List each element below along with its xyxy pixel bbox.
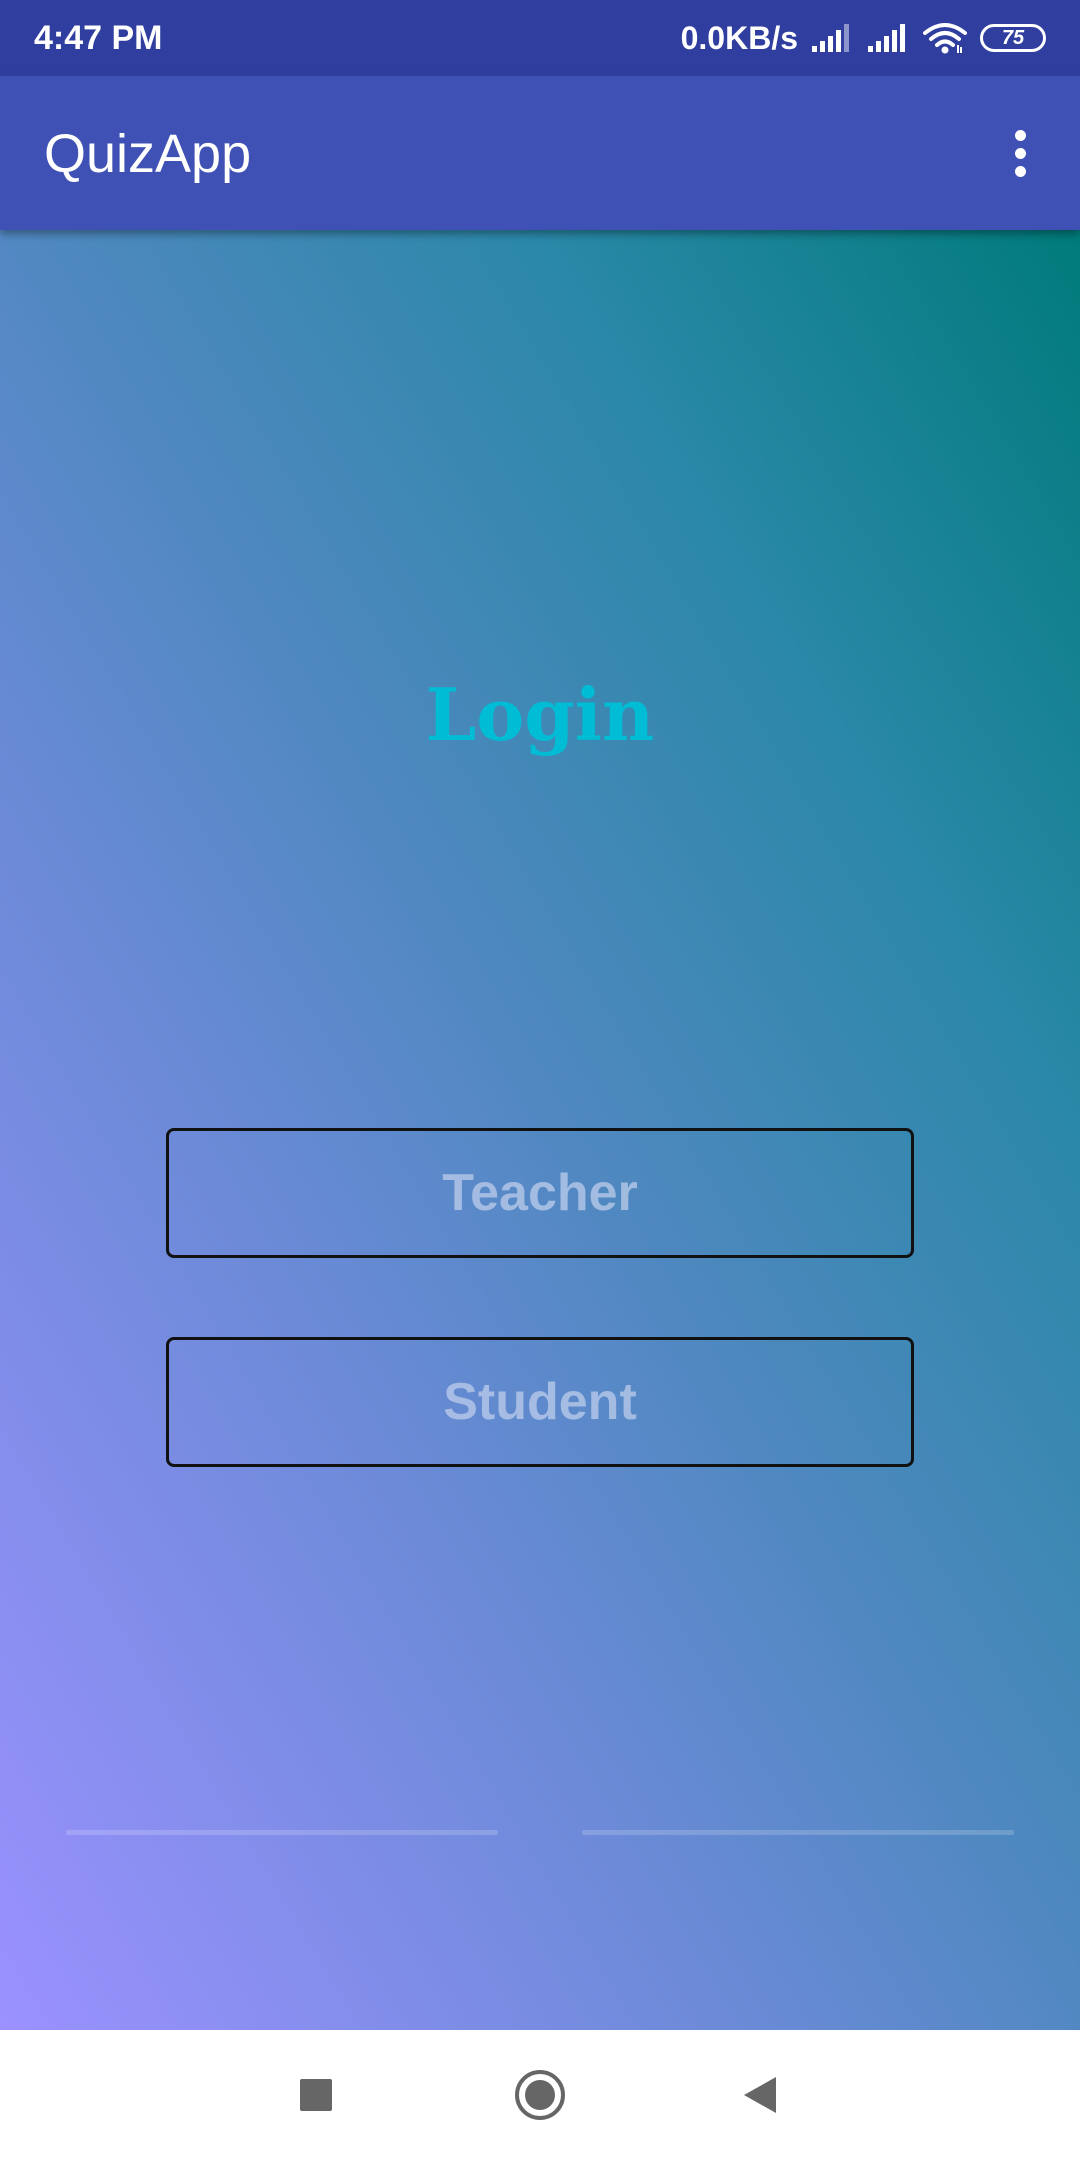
back-triangle-icon[interactable]: [730, 2065, 790, 2125]
more-vert-icon[interactable]: [990, 120, 1050, 186]
login-content: Login Teacher Student: [0, 230, 1080, 2030]
menu-dot: [1014, 129, 1026, 141]
system-nav-bar: [0, 2030, 1080, 2160]
app-title: QuizApp: [44, 124, 252, 184]
battery-icon: 75: [980, 24, 1046, 52]
recents-square-shape: [300, 2079, 332, 2111]
app-bar: QuizApp: [0, 76, 1080, 230]
divider-right: [582, 1830, 1014, 1835]
network-speed: 0.0KB/s: [680, 20, 798, 56]
divider-left: [66, 1830, 498, 1835]
wifi-icon: [923, 23, 967, 54]
battery-level: 75: [1001, 27, 1025, 49]
teacher-button[interactable]: Teacher: [166, 1128, 914, 1258]
recents-square-icon[interactable]: [286, 2065, 346, 2125]
login-heading: Login: [425, 672, 655, 757]
status-bar: 4:47 PM 0.0KB/s 75: [0, 0, 1080, 76]
back-triangle-shape: [744, 2077, 776, 2113]
menu-dot: [1014, 147, 1026, 159]
student-button[interactable]: Student: [166, 1337, 914, 1467]
menu-dot: [1014, 165, 1026, 177]
screen: 4:47 PM 0.0KB/s 75 QuizApp Login Teacher…: [0, 0, 1080, 2160]
status-indicators: 0.0KB/s 75: [681, 14, 1046, 62]
home-circle-shape: [515, 2070, 565, 2120]
home-circle-icon[interactable]: [510, 2065, 570, 2125]
signal-icon: [812, 24, 849, 52]
status-time: 4:47 PM: [34, 19, 163, 57]
signal-icon-2: [868, 24, 905, 52]
